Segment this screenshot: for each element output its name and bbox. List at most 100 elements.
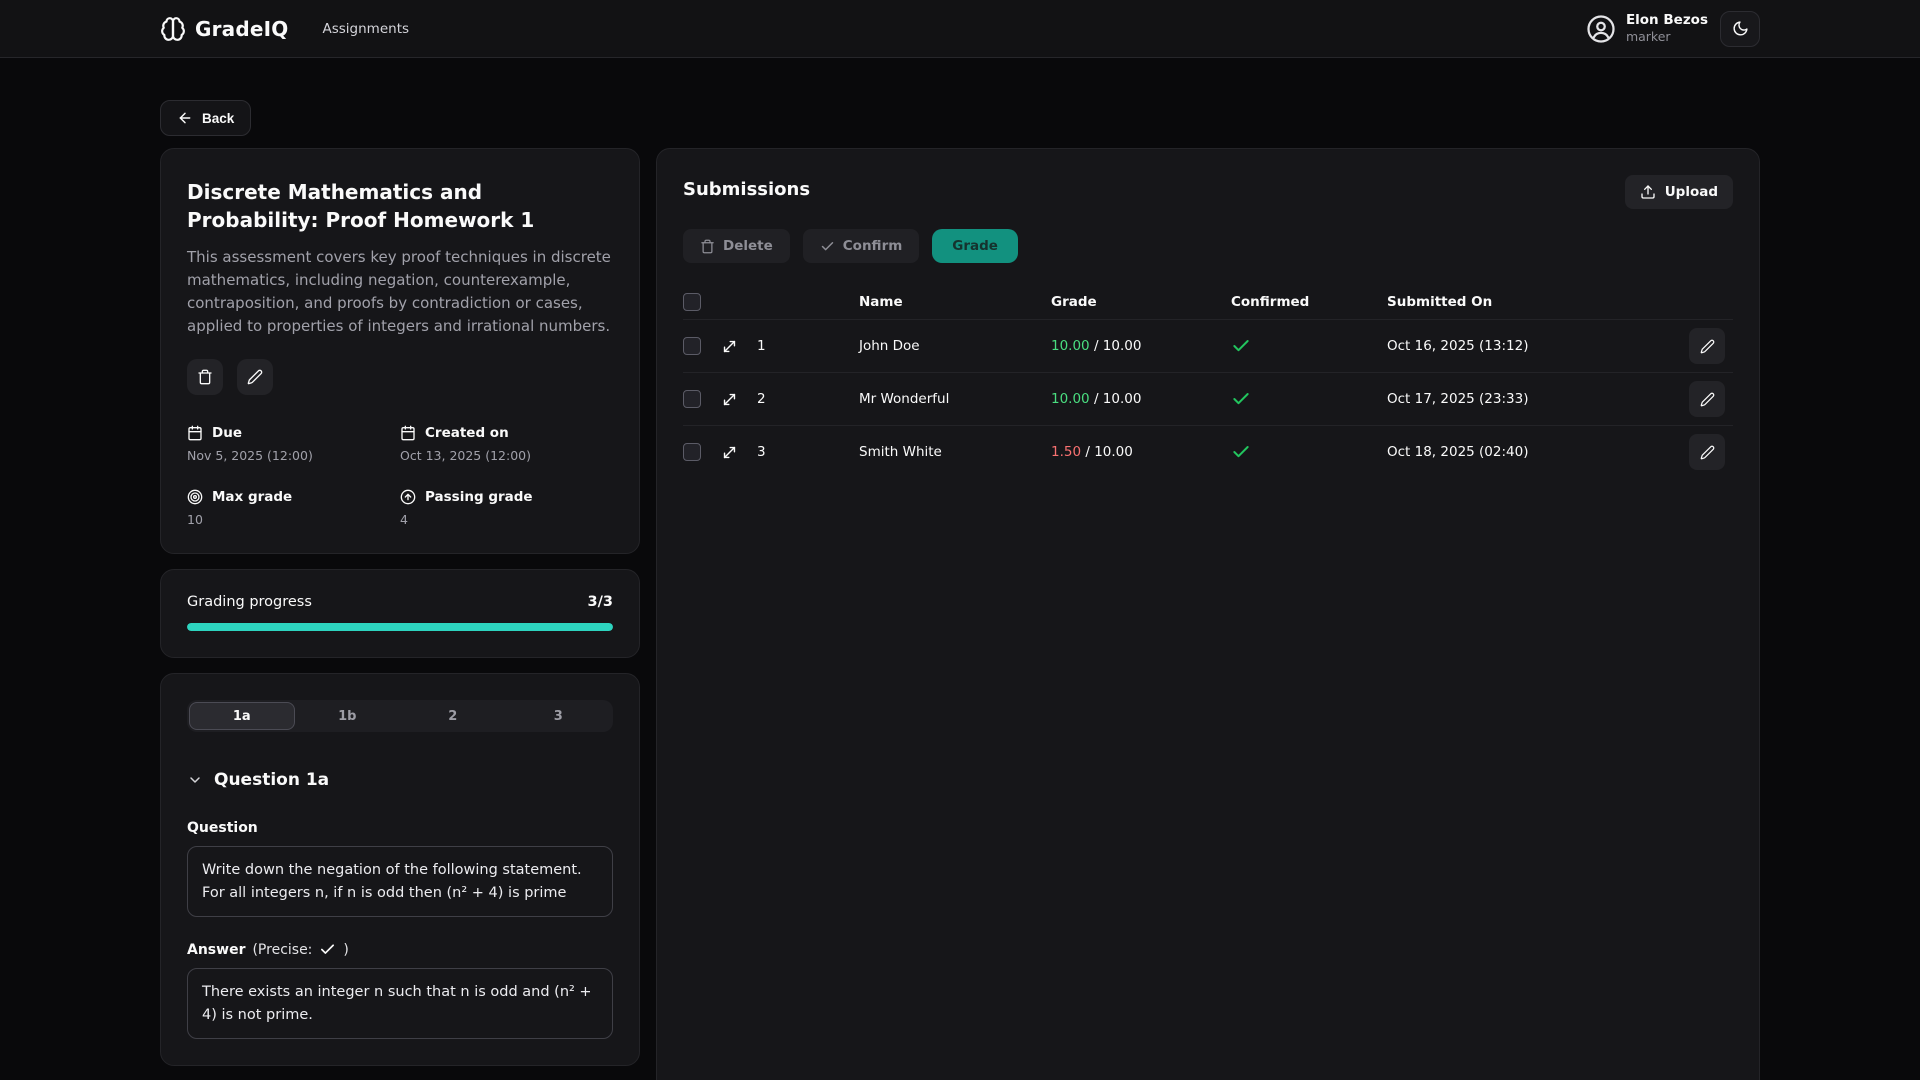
- row-submitted-on: Oct 16, 2025 (13:12): [1387, 338, 1689, 354]
- row-checkbox[interactable]: [683, 337, 701, 355]
- grading-progress-card: Grading progress 3/3: [160, 569, 640, 658]
- confirmed-check-icon: [1231, 336, 1387, 356]
- question-card: 1a1b23 Question 1a Question Write down t…: [160, 673, 640, 1066]
- arrow-left-icon: [177, 110, 193, 126]
- detail-passing-grade: Passing grade 4: [400, 489, 613, 527]
- answer-qualifier-open: (Precise:: [252, 942, 312, 958]
- delete-label: Delete: [723, 238, 773, 254]
- row-edit-button[interactable]: [1689, 381, 1725, 417]
- submissions-card: Submissions Upload: [656, 148, 1760, 1080]
- brain-logo-icon: [160, 16, 186, 42]
- nav-item-assignments[interactable]: Assignments: [323, 21, 410, 37]
- user-chip[interactable]: Elon Bezos marker: [1586, 12, 1708, 45]
- table-header-row: Name Grade Confirmed Submitted On: [683, 285, 1733, 319]
- assignment-card: Discrete Mathematics and Probability: Pr…: [160, 148, 640, 554]
- delete-assignment-button[interactable]: [187, 359, 223, 395]
- user-name: Elon Bezos: [1626, 12, 1708, 29]
- assignment-description: This assessment covers key proof techniq…: [187, 246, 613, 337]
- tab-3[interactable]: 3: [506, 702, 612, 730]
- max-grade-label: Max grade: [212, 489, 292, 505]
- moon-icon: [1732, 20, 1749, 37]
- grade-label: Grade: [952, 238, 998, 254]
- back-button[interactable]: Back: [160, 100, 251, 136]
- check-icon: [319, 941, 336, 958]
- table-row: 3Smith White1.50 / 10.00 Oct 18, 2025 (02…: [683, 425, 1733, 478]
- confirmed-check-icon: [1231, 389, 1387, 409]
- answer-label: Answer: [187, 942, 245, 958]
- row-index: 1: [757, 338, 859, 354]
- answer-qualifier-close: ): [343, 942, 348, 958]
- circle-arrow-up-icon: [400, 489, 416, 505]
- upload-button[interactable]: Upload: [1625, 175, 1733, 209]
- row-name: John Doe: [859, 338, 1051, 354]
- brand[interactable]: GradeIQ: [160, 16, 289, 42]
- nav-links: Assignments: [323, 21, 410, 37]
- question-heading[interactable]: Question 1a: [187, 770, 613, 790]
- row-name: Smith White: [859, 444, 1051, 460]
- column-header-grade: Grade: [1051, 294, 1231, 310]
- user-role: marker: [1626, 29, 1708, 45]
- trash-icon: [197, 369, 213, 385]
- question-tabs: 1a1b23: [187, 700, 613, 732]
- tab-2[interactable]: 2: [400, 702, 506, 730]
- detail-due: Due Nov 5, 2025 (12:00): [187, 425, 400, 463]
- user-avatar-icon: [1586, 14, 1616, 44]
- check-icon: [820, 239, 835, 254]
- grade-button[interactable]: Grade: [932, 229, 1018, 263]
- column-header-submitted: Submitted On: [1387, 294, 1689, 310]
- row-grade: 10.00 / 10.00: [1051, 338, 1231, 354]
- created-label: Created on: [425, 425, 509, 441]
- row-checkbox[interactable]: [683, 443, 701, 461]
- row-edit-button[interactable]: [1689, 434, 1725, 470]
- theme-toggle-button[interactable]: [1720, 11, 1760, 47]
- confirm-label: Confirm: [843, 238, 903, 254]
- submissions-table: Name Grade Confirmed Submitted On 1John …: [683, 285, 1733, 478]
- passing-grade-label: Passing grade: [425, 489, 533, 505]
- progress-bar-fill: [187, 623, 613, 631]
- assignment-title: Discrete Mathematics and Probability: Pr…: [187, 179, 613, 234]
- question-heading-label: Question 1a: [214, 770, 329, 790]
- column-header-confirmed: Confirmed: [1231, 294, 1387, 310]
- created-value: Oct 13, 2025 (12:00): [400, 448, 613, 463]
- target-icon: [187, 489, 203, 505]
- select-all-checkbox[interactable]: [683, 293, 701, 311]
- submissions-heading: Submissions: [683, 179, 810, 200]
- question-label: Question: [187, 820, 613, 836]
- brand-name: GradeIQ: [195, 17, 289, 41]
- question-text-box[interactable]: Write down the negation of the following…: [187, 846, 613, 917]
- expand-icon[interactable]: [721, 444, 757, 461]
- expand-icon[interactable]: [721, 391, 757, 408]
- row-submitted-on: Oct 18, 2025 (02:40): [1387, 444, 1689, 460]
- passing-grade-value: 4: [400, 512, 613, 527]
- answer-text-box[interactable]: There exists an integer n such that n is…: [187, 968, 613, 1039]
- table-row: 1John Doe10.00 / 10.00 Oct 16, 2025 (13:1…: [683, 319, 1733, 372]
- confirmed-check-icon: [1231, 442, 1387, 462]
- pencil-icon: [247, 369, 263, 385]
- chevron-down-icon: [187, 772, 203, 788]
- row-submitted-on: Oct 17, 2025 (23:33): [1387, 391, 1689, 407]
- back-label: Back: [202, 111, 234, 126]
- delete-submissions-button[interactable]: Delete: [683, 229, 790, 263]
- upload-icon: [1640, 184, 1656, 200]
- row-index: 3: [757, 444, 859, 460]
- calendar-icon: [187, 425, 203, 441]
- max-grade-value: 10: [187, 512, 400, 527]
- progress-count: 3/3: [588, 594, 613, 610]
- progress-label: Grading progress: [187, 594, 312, 610]
- row-checkbox[interactable]: [683, 390, 701, 408]
- due-value: Nov 5, 2025 (12:00): [187, 448, 400, 463]
- detail-created: Created on Oct 13, 2025 (12:00): [400, 425, 613, 463]
- edit-assignment-button[interactable]: [237, 359, 273, 395]
- expand-icon[interactable]: [721, 338, 757, 355]
- tab-1b[interactable]: 1b: [295, 702, 401, 730]
- upload-label: Upload: [1665, 184, 1718, 200]
- row-grade: 1.50 / 10.00: [1051, 444, 1231, 460]
- row-edit-button[interactable]: [1689, 328, 1725, 364]
- progress-bar: [187, 623, 613, 631]
- answer-label-row: Answer (Precise: ): [187, 941, 613, 958]
- confirm-submissions-button[interactable]: Confirm: [803, 229, 920, 263]
- row-grade: 10.00 / 10.00: [1051, 391, 1231, 407]
- due-label: Due: [212, 425, 242, 441]
- tab-1a[interactable]: 1a: [189, 702, 295, 730]
- detail-max-grade: Max grade 10: [187, 489, 400, 527]
